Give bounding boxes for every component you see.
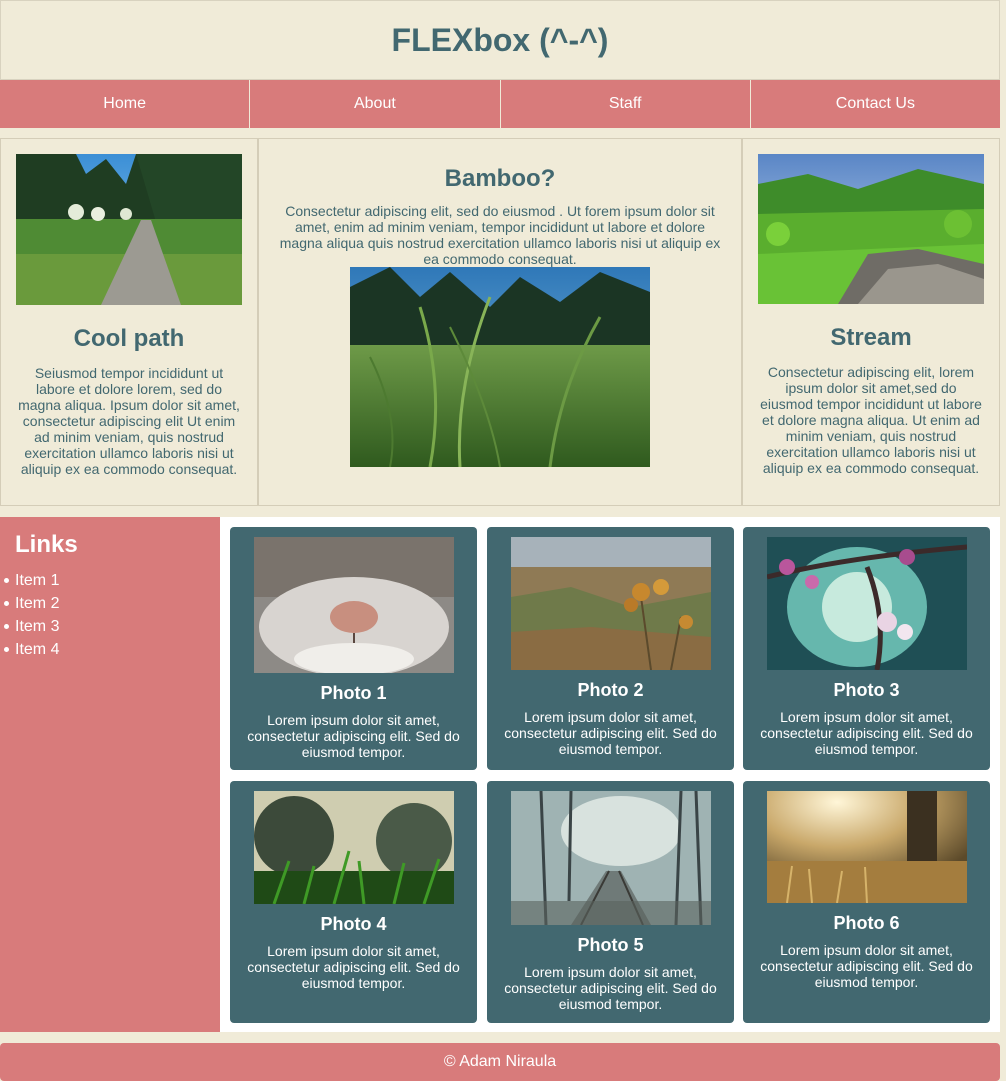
foggy-railway-photo (510, 791, 711, 925)
bullet-icon (4, 647, 9, 652)
sidebar-item-label: Item 2 (15, 595, 60, 612)
stream-title: Stream (830, 324, 912, 351)
photo-4-title: Photo 4 (320, 914, 387, 934)
feature-stream: Stream Consectetur adipiscing elit, lore… (742, 138, 1000, 506)
sidebar-item-label: Item 1 (15, 572, 60, 589)
sidebar-item-3[interactable]: Item 3 (4, 615, 205, 638)
links-list: Item 1 Item 2 Item 3 Item 4 (4, 569, 205, 661)
cat-nose-photo (253, 537, 454, 673)
cool-path-text: Seiusmod tempor incididunt ut labore et … (18, 365, 240, 477)
nav-item-home[interactable]: Home (0, 80, 251, 128)
grass-closeup-photo (253, 791, 454, 904)
bullet-icon (4, 601, 9, 606)
links-sidebar: Links Item 1 Item 2 Item 3 Item 4 (0, 517, 220, 1032)
main-nav: Home About Staff Contact Us (0, 80, 1000, 128)
photo-card-2[interactable]: Photo 2 Lorem ipsum dolor sit amet, cons… (487, 527, 734, 770)
sidebar-item-4[interactable]: Item 4 (4, 638, 205, 661)
photo-5-title: Photo 5 (577, 935, 644, 955)
photo-5-text: Lorem ipsum dolor sit amet, consectetur … (504, 964, 717, 1012)
photo-card-1[interactable]: Photo 1 Lorem ipsum dolor sit amet, cons… (230, 527, 477, 770)
sidebar-item-1[interactable]: Item 1 (4, 569, 205, 592)
feature-bamboo: Bamboo? Consectetur adipiscing elit, sed… (258, 138, 742, 506)
photo-6-text: Lorem ipsum dolor sit amet, consectetur … (760, 942, 973, 990)
cool-path-title: Cool path (73, 325, 185, 352)
photo-2-title: Photo 2 (577, 680, 644, 700)
stream-image (758, 154, 984, 304)
photo-1-text: Lorem ipsum dolor sit amet, consectetur … (247, 712, 460, 760)
photo-gallery: Photo 1 Lorem ipsum dolor sit amet, cons… (220, 517, 1000, 1032)
links-title: Links (15, 531, 78, 558)
photo-card-3[interactable]: Photo 3 Lorem ipsum dolor sit amet, cons… (743, 527, 990, 770)
sidebar-item-label: Item 3 (15, 618, 60, 635)
sidebar-item-2[interactable]: Item 2 (4, 592, 205, 615)
cool-path-image (16, 154, 242, 305)
site-footer: © Adam Niraula (0, 1043, 1000, 1081)
cherry-blossom-photo (766, 537, 967, 670)
sunlit-field-photo (766, 791, 967, 903)
feature-row: Cool path Seiusmod tempor incididunt ut … (0, 138, 1000, 506)
photo-4-text: Lorem ipsum dolor sit amet, consectetur … (247, 943, 460, 991)
sidebar-item-label: Item 4 (15, 641, 60, 658)
photo-3-text: Lorem ipsum dolor sit amet, consectetur … (760, 709, 973, 757)
grass-image (350, 267, 650, 467)
photo-6-title: Photo 6 (833, 913, 900, 933)
nav-item-about[interactable]: About (250, 80, 501, 128)
nav-item-staff[interactable]: Staff (501, 80, 751, 128)
site-header: FLEXbox (^-^) (0, 0, 1000, 80)
stream-text: Consectetur adipiscing elit, lorem ipsum… (760, 364, 982, 476)
thistle-photo (510, 537, 711, 670)
nav-item-contact-us[interactable]: Contact Us (751, 80, 1000, 128)
bullet-icon (4, 578, 9, 583)
feature-cool-path: Cool path Seiusmod tempor incididunt ut … (0, 138, 258, 506)
footer-copyright: © Adam Niraula (443, 1053, 557, 1070)
bamboo-text: Consectetur adipiscing elit, sed do eius… (279, 203, 721, 267)
photo-card-6[interactable]: Photo 6 Lorem ipsum dolor sit amet, cons… (743, 781, 990, 1023)
photo-3-title: Photo 3 (833, 680, 900, 700)
photo-1-title: Photo 1 (320, 683, 387, 703)
bamboo-title: Bamboo? (444, 165, 556, 192)
bullet-icon (4, 624, 9, 629)
photo-card-5[interactable]: Photo 5 Lorem ipsum dolor sit amet, cons… (487, 781, 734, 1023)
site-title: FLEXbox (^-^) (391, 21, 609, 58)
photo-card-4[interactable]: Photo 4 Lorem ipsum dolor sit amet, cons… (230, 781, 477, 1023)
photo-2-text: Lorem ipsum dolor sit amet, consectetur … (504, 709, 717, 757)
